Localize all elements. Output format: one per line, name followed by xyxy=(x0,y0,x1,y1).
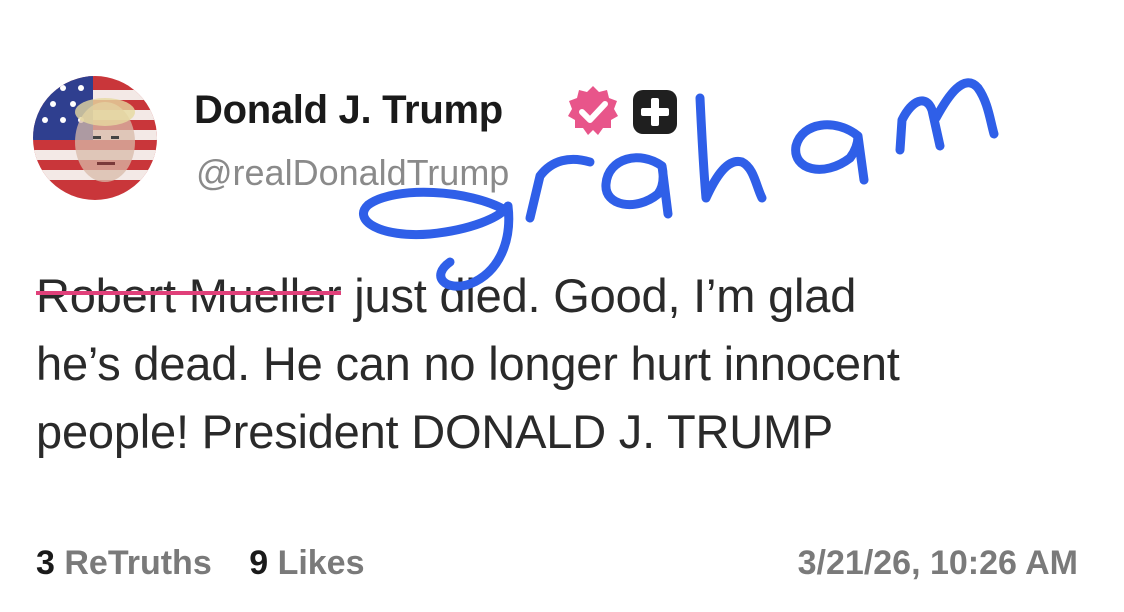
post-body-line-3: people! President DONALD J. TRUMP xyxy=(36,405,834,458)
flag-portrait-avatar-icon xyxy=(33,76,157,200)
retruths-label: ReTruths xyxy=(64,544,212,582)
author-display-name[interactable]: Donald J. Trump xyxy=(194,88,503,133)
avatar[interactable] xyxy=(33,76,157,200)
post-body-line-1-rest: just died. Good, I’m glad xyxy=(341,269,857,322)
likes-count: 9 xyxy=(249,544,269,582)
post-stats: 3 ReTruths 9 Likes xyxy=(36,544,393,583)
post-body-line-1: Robert Mueller just died. Good, I’m glad xyxy=(36,262,1096,330)
retruths-stat[interactable]: 3 ReTruths xyxy=(36,544,212,582)
author-handle[interactable]: @realDonaldTrump xyxy=(196,152,509,194)
truth-social-post: Donald J. Trump @realDonaldTrump Robert … xyxy=(0,0,1124,612)
verified-badge-icon xyxy=(565,83,621,139)
retruths-count: 3 xyxy=(36,544,55,582)
plus-badge-icon xyxy=(631,88,679,136)
struck-through-name: Robert Mueller xyxy=(36,269,342,322)
likes-stat[interactable]: 9 Likes xyxy=(249,544,364,582)
post-timestamp[interactable]: 3/21/26, 10:26 AM xyxy=(798,544,1078,583)
likes-label: Likes xyxy=(277,544,365,582)
post-body-line-2: he’s dead. He can no longer hurt innocen… xyxy=(36,337,900,390)
post-body: Robert Mueller just died. Good, I’m glad… xyxy=(36,262,1096,466)
